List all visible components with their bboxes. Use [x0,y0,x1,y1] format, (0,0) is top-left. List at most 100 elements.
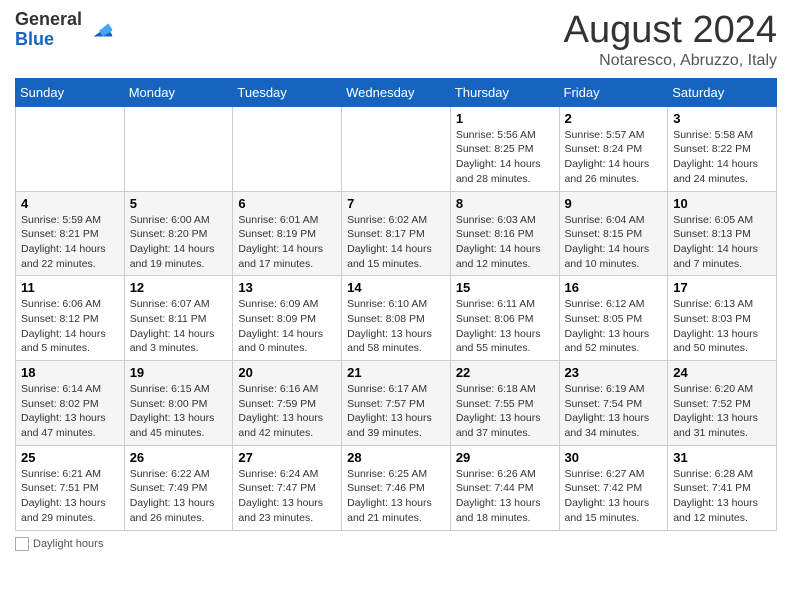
day-info: Sunrise: 6:01 AM Sunset: 8:19 PM Dayligh… [238,213,336,272]
day-number: 3 [673,111,771,126]
day-info: Sunrise: 6:25 AM Sunset: 7:46 PM Dayligh… [347,467,445,526]
calendar-cell: 3 Sunrise: 5:58 AM Sunset: 8:22 PM Daylig… [668,106,777,191]
day-info: Sunrise: 6:22 AM Sunset: 7:49 PM Dayligh… [130,467,228,526]
day-info: Sunrise: 6:13 AM Sunset: 8:03 PM Dayligh… [673,297,771,356]
day-info: Sunrise: 6:16 AM Sunset: 7:59 PM Dayligh… [238,382,336,441]
day-info: Sunrise: 6:18 AM Sunset: 7:55 PM Dayligh… [456,382,554,441]
calendar-cell: 17 Sunrise: 6:13 AM Sunset: 8:03 PM Dayli… [668,276,777,361]
calendar-cell: 18 Sunrise: 6:14 AM Sunset: 8:02 PM Dayli… [16,361,125,446]
calendar-cell: 7Sunrise: 6:02 AM Sunset: 8:17 PM Daylig… [342,191,451,276]
calendar-cell: 12 Sunrise: 6:07 AM Sunset: 8:11 PM Dayli… [124,276,233,361]
day-number: 8 [456,196,554,211]
calendar-cell: 21Sunrise: 6:17 AM Sunset: 7:57 PM Dayli… [342,361,451,446]
calendar-cell [233,106,342,191]
footer-note-box [15,537,29,551]
day-info: Sunrise: 6:14 AM Sunset: 8:02 PM Dayligh… [21,382,119,441]
day-info: Sunrise: 6:19 AM Sunset: 7:54 PM Dayligh… [565,382,663,441]
logo: General Blue [15,10,114,50]
day-number: 12 [130,280,228,295]
day-number: 24 [673,365,771,380]
calendar-cell: 11Sunrise: 6:06 AM Sunset: 8:12 PM Dayli… [16,276,125,361]
calendar-cell [16,106,125,191]
logo-blue-text: Blue [15,29,54,49]
week-row-2: 4Sunrise: 5:59 AM Sunset: 8:21 PM Daylig… [16,191,777,276]
day-number: 2 [565,111,663,126]
calendar-cell: 13Sunrise: 6:09 AM Sunset: 8:09 PM Dayli… [233,276,342,361]
day-info: Sunrise: 6:20 AM Sunset: 7:52 PM Dayligh… [673,382,771,441]
logo-general-text: General [15,9,82,29]
day-number: 22 [456,365,554,380]
day-header-friday: Friday [559,78,668,106]
day-number: 20 [238,365,336,380]
day-info: Sunrise: 6:15 AM Sunset: 8:00 PM Dayligh… [130,382,228,441]
day-info: Sunrise: 5:56 AM Sunset: 8:25 PM Dayligh… [456,128,554,187]
day-number: 25 [21,450,119,465]
day-number: 5 [130,196,228,211]
day-info: Sunrise: 6:11 AM Sunset: 8:06 PM Dayligh… [456,297,554,356]
day-info: Sunrise: 6:04 AM Sunset: 8:15 PM Dayligh… [565,213,663,272]
calendar-cell: 27Sunrise: 6:24 AM Sunset: 7:47 PM Dayli… [233,445,342,530]
title-area: August 2024 Notaresco, Abruzzo, Italy [564,10,777,70]
location-title: Notaresco, Abruzzo, Italy [564,52,777,70]
header: General Blue August 2024 Notaresco, Abru… [15,10,777,70]
day-info: Sunrise: 6:00 AM Sunset: 8:20 PM Dayligh… [130,213,228,272]
calendar-cell: 23 Sunrise: 6:19 AM Sunset: 7:54 PM Dayli… [559,361,668,446]
calendar-cell: 4Sunrise: 5:59 AM Sunset: 8:21 PM Daylig… [16,191,125,276]
calendar-cell: 9 Sunrise: 6:04 AM Sunset: 8:15 PM Daylig… [559,191,668,276]
day-info: Sunrise: 5:58 AM Sunset: 8:22 PM Dayligh… [673,128,771,187]
calendar-cell: 30Sunrise: 6:27 AM Sunset: 7:42 PM Dayli… [559,445,668,530]
day-header-tuesday: Tuesday [233,78,342,106]
day-header-monday: Monday [124,78,233,106]
calendar-cell: 6Sunrise: 6:01 AM Sunset: 8:19 PM Daylig… [233,191,342,276]
day-info: Sunrise: 6:03 AM Sunset: 8:16 PM Dayligh… [456,213,554,272]
day-number: 9 [565,196,663,211]
week-row-3: 11Sunrise: 6:06 AM Sunset: 8:12 PM Dayli… [16,276,777,361]
day-number: 14 [347,280,445,295]
day-info: Sunrise: 5:59 AM Sunset: 8:21 PM Dayligh… [21,213,119,272]
month-title: August 2024 [564,10,777,52]
calendar-cell: 29 Sunrise: 6:26 AM Sunset: 7:44 PM Dayli… [450,445,559,530]
footer-note: Daylight hours [15,537,777,551]
week-row-4: 18 Sunrise: 6:14 AM Sunset: 8:02 PM Dayli… [16,361,777,446]
days-header-row: SundayMondayTuesdayWednesdayThursdayFrid… [16,78,777,106]
day-number: 26 [130,450,228,465]
calendar-cell: 31Sunrise: 6:28 AM Sunset: 7:41 PM Dayli… [668,445,777,530]
day-number: 21 [347,365,445,380]
day-number: 16 [565,280,663,295]
logo-icon [86,16,114,44]
calendar-table: SundayMondayTuesdayWednesdayThursdayFrid… [15,78,777,531]
day-number: 15 [456,280,554,295]
day-number: 23 [565,365,663,380]
calendar-cell [124,106,233,191]
day-number: 29 [456,450,554,465]
day-header-sunday: Sunday [16,78,125,106]
day-info: Sunrise: 6:21 AM Sunset: 7:51 PM Dayligh… [21,467,119,526]
week-row-1: 1 Sunrise: 5:56 AM Sunset: 8:25 PM Daylig… [16,106,777,191]
calendar-cell: 16Sunrise: 6:12 AM Sunset: 8:05 PM Dayli… [559,276,668,361]
day-number: 18 [21,365,119,380]
day-header-saturday: Saturday [668,78,777,106]
calendar-cell: 8 Sunrise: 6:03 AM Sunset: 8:16 PM Daylig… [450,191,559,276]
day-number: 1 [456,111,554,126]
calendar-cell: 1 Sunrise: 5:56 AM Sunset: 8:25 PM Daylig… [450,106,559,191]
day-info: Sunrise: 6:24 AM Sunset: 7:47 PM Dayligh… [238,467,336,526]
day-info: Sunrise: 6:10 AM Sunset: 8:08 PM Dayligh… [347,297,445,356]
week-row-5: 25 Sunrise: 6:21 AM Sunset: 7:51 PM Dayli… [16,445,777,530]
day-number: 28 [347,450,445,465]
day-header-wednesday: Wednesday [342,78,451,106]
day-info: Sunrise: 6:27 AM Sunset: 7:42 PM Dayligh… [565,467,663,526]
day-info: Sunrise: 6:02 AM Sunset: 8:17 PM Dayligh… [347,213,445,272]
day-number: 17 [673,280,771,295]
day-info: Sunrise: 6:07 AM Sunset: 8:11 PM Dayligh… [130,297,228,356]
day-info: Sunrise: 6:26 AM Sunset: 7:44 PM Dayligh… [456,467,554,526]
day-info: Sunrise: 6:06 AM Sunset: 8:12 PM Dayligh… [21,297,119,356]
day-number: 10 [673,196,771,211]
calendar-cell: 22 Sunrise: 6:18 AM Sunset: 7:55 PM Dayli… [450,361,559,446]
day-info: Sunrise: 6:05 AM Sunset: 8:13 PM Dayligh… [673,213,771,272]
calendar-cell: 14 Sunrise: 6:10 AM Sunset: 8:08 PM Dayli… [342,276,451,361]
day-info: Sunrise: 5:57 AM Sunset: 8:24 PM Dayligh… [565,128,663,187]
calendar-cell: 19 Sunrise: 6:15 AM Sunset: 8:00 PM Dayli… [124,361,233,446]
day-number: 19 [130,365,228,380]
day-header-thursday: Thursday [450,78,559,106]
calendar-cell: 10 Sunrise: 6:05 AM Sunset: 8:13 PM Dayli… [668,191,777,276]
